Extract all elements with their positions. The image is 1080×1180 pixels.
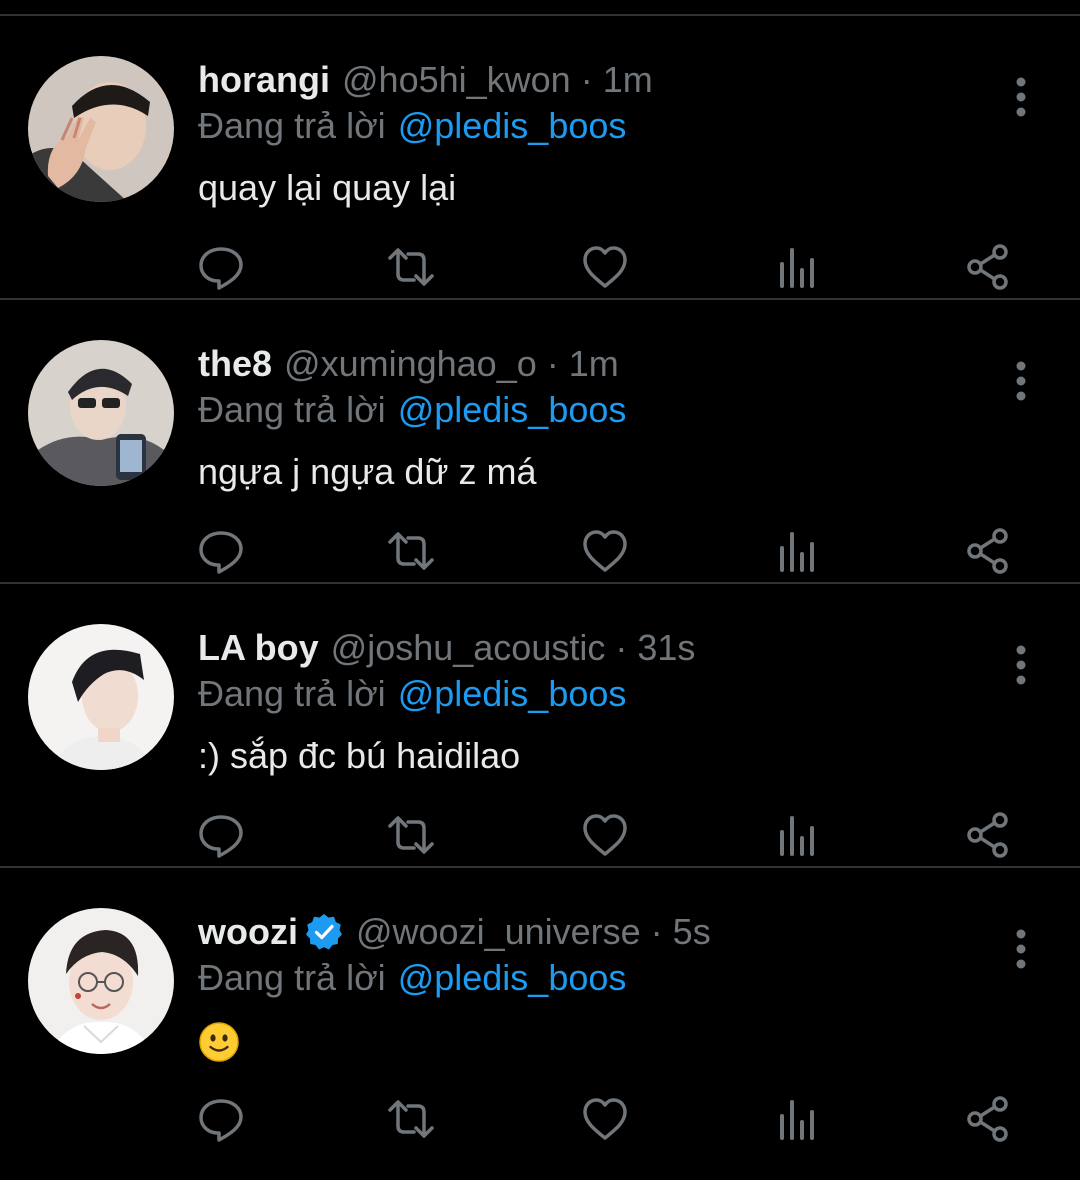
views-icon[interactable] xyxy=(772,810,822,860)
tweet[interactable]: the8 @xuminghao_o · 1m Đang trả lời @pled… xyxy=(0,300,1080,584)
separator-dot: · xyxy=(650,911,663,952)
reply-prefix: Đang trả lời xyxy=(198,389,386,430)
display-name[interactable]: woozi xyxy=(198,910,298,954)
views-icon[interactable] xyxy=(772,526,822,576)
retweet-icon[interactable] xyxy=(386,810,436,860)
reply-mention-link[interactable]: @pledis_boos xyxy=(398,957,627,998)
views-icon[interactable] xyxy=(772,1094,822,1144)
like-icon[interactable] xyxy=(580,526,630,576)
share-icon[interactable] xyxy=(964,242,1014,292)
timestamp[interactable]: 1m xyxy=(569,342,619,386)
like-icon[interactable] xyxy=(580,242,630,292)
handle[interactable]: @ho5hi_kwon xyxy=(342,58,571,102)
tweet[interactable]: woozi @woozi_universe · 5s Đang trả lời @… xyxy=(0,868,1080,1162)
display-name[interactable]: LA boy xyxy=(198,626,319,670)
avatar[interactable] xyxy=(28,908,174,1054)
slightly-smiling-face-icon xyxy=(198,1021,240,1063)
separator-dot: · xyxy=(615,627,628,668)
reply-prefix: Đang trả lời xyxy=(198,673,386,714)
more-vertical-icon[interactable] xyxy=(1000,356,1042,406)
timestamp[interactable]: 1m xyxy=(603,58,653,102)
verified-badge-icon xyxy=(304,912,344,952)
reply-context: Đang trả lời @pledis_boos xyxy=(198,104,626,148)
reply-icon[interactable] xyxy=(196,1094,246,1144)
timestamp[interactable]: 5s xyxy=(673,910,711,954)
reply-icon[interactable] xyxy=(196,810,246,860)
timestamp[interactable]: 31s xyxy=(637,626,695,670)
separator-dot: · xyxy=(546,343,559,384)
reply-context: Đang trả lời @pledis_boos xyxy=(198,672,626,716)
more-vertical-icon[interactable] xyxy=(1000,72,1042,122)
reply-context: Đang trả lời @pledis_boos xyxy=(198,956,626,1000)
retweet-icon[interactable] xyxy=(386,242,436,292)
reply-icon[interactable] xyxy=(196,242,246,292)
retweet-icon[interactable] xyxy=(386,1094,436,1144)
reply-context: Đang trả lời @pledis_boos xyxy=(198,388,626,432)
reply-mention-link[interactable]: @pledis_boos xyxy=(398,105,627,146)
like-icon[interactable] xyxy=(580,1094,630,1144)
tweet[interactable]: LA boy @joshu_acoustic · 31s Đang trả lờ… xyxy=(0,584,1080,868)
reply-icon[interactable] xyxy=(196,526,246,576)
tweet-text: :) sắp đc bú haidilao xyxy=(198,735,521,776)
tweet-text xyxy=(198,1018,240,1063)
separator-dot: · xyxy=(580,59,593,100)
share-icon[interactable] xyxy=(964,526,1014,576)
reply-prefix: Đang trả lời xyxy=(198,105,386,146)
handle[interactable]: @joshu_acoustic xyxy=(331,626,606,670)
action-bar xyxy=(0,1094,1080,1180)
tweet-text: ngựa j ngựa dữ z má xyxy=(198,451,537,492)
tweet-text: quay lại quay lại xyxy=(198,167,457,208)
retweet-icon[interactable] xyxy=(386,526,436,576)
share-icon[interactable] xyxy=(964,810,1014,860)
reply-prefix: Đang trả lời xyxy=(198,957,386,998)
share-icon[interactable] xyxy=(964,1094,1014,1144)
avatar[interactable] xyxy=(28,56,174,202)
display-name[interactable]: horangi xyxy=(198,58,330,102)
reply-mention-link[interactable]: @pledis_boos xyxy=(398,673,627,714)
display-name[interactable]: the8 xyxy=(198,342,272,386)
reply-mention-link[interactable]: @pledis_boos xyxy=(398,389,627,430)
views-icon[interactable] xyxy=(772,242,822,292)
more-vertical-icon[interactable] xyxy=(1000,640,1042,690)
avatar[interactable] xyxy=(28,340,174,486)
handle[interactable]: @woozi_universe xyxy=(356,910,641,954)
like-icon[interactable] xyxy=(580,810,630,860)
more-vertical-icon[interactable] xyxy=(1000,924,1042,974)
tweet[interactable]: horangi @ho5hi_kwon · 1m Đang trả lời @pl… xyxy=(0,16,1080,300)
handle[interactable]: @xuminghao_o xyxy=(284,342,537,386)
avatar[interactable] xyxy=(28,624,174,770)
